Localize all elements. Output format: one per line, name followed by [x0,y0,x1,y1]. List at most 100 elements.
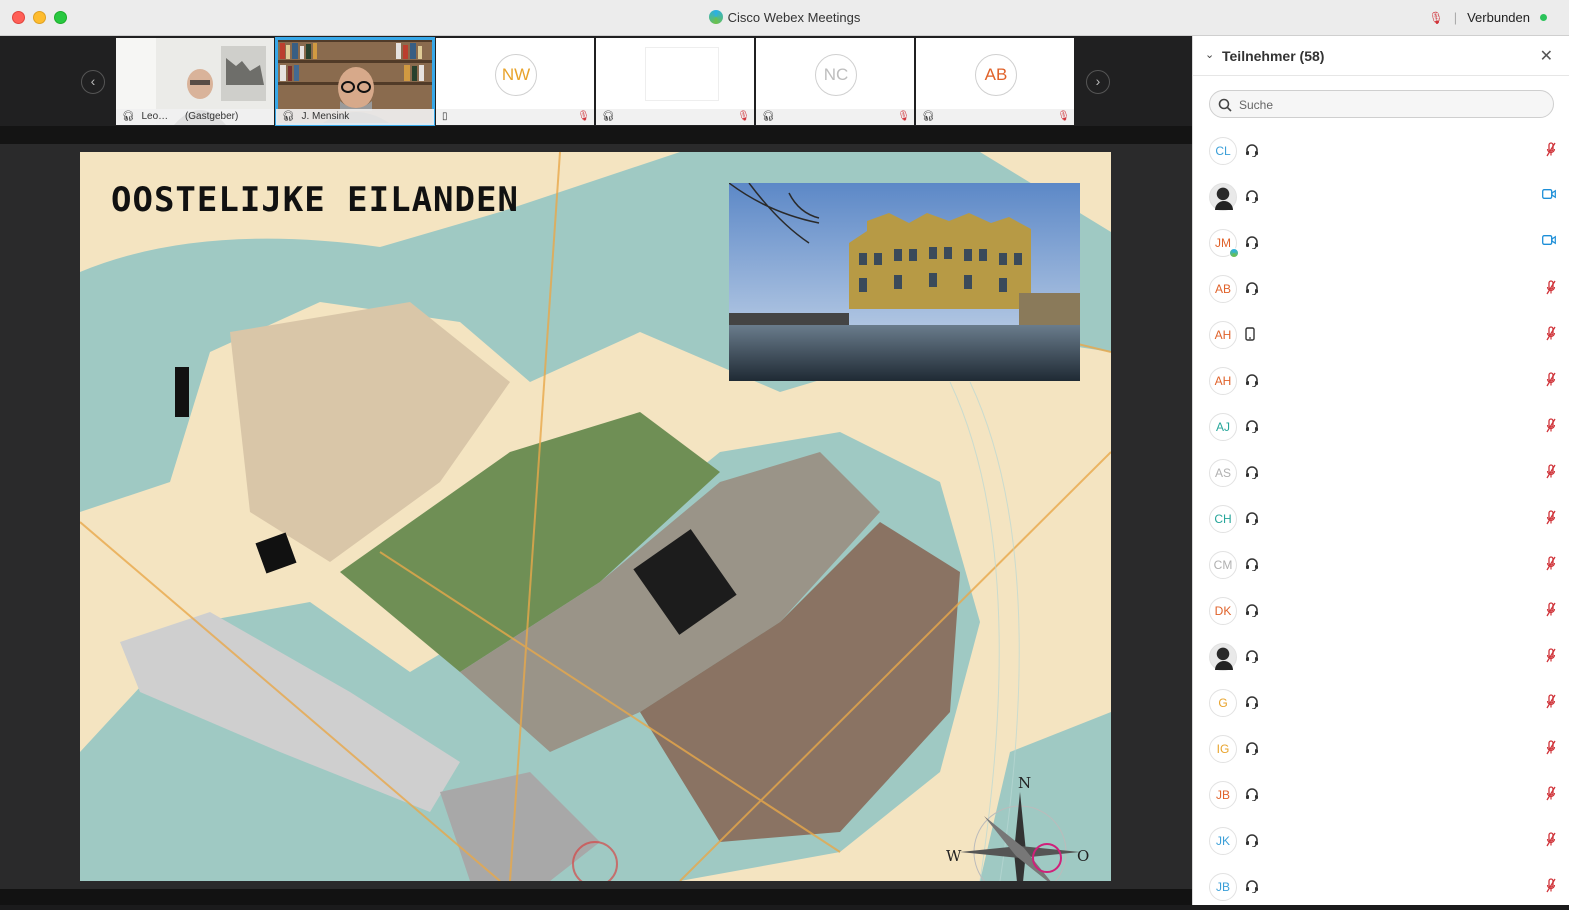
headset-icon [1245,143,1259,162]
slide-photo [729,183,1080,381]
mic-muted-icon: 🎙︎ [897,111,910,122]
mic-muted-icon[interactable] [1546,832,1556,850]
mic-muted-icon[interactable] [1546,648,1556,666]
participant-avatar: AB [1209,275,1237,303]
mic-muted-icon[interactable] [1546,740,1556,758]
participant-row[interactable]: CH [1193,496,1569,542]
video-tile-j-mensink[interactable]: 🎧︎ J. Mensink [275,37,435,126]
search-icon [1218,98,1232,112]
tile-name-bar: 🎧︎ 🎙︎ [916,109,1074,125]
headset-icon [1245,281,1259,300]
video-tile-nc[interactable]: NC 🎧︎ 🎙︎ [756,38,914,125]
video-tile-nw[interactable]: NW ▯ 🎙︎ [436,38,594,125]
mic-muted-icon[interactable] [1546,326,1556,344]
mic-muted-icon[interactable] [1546,878,1556,896]
participants-panel: ⌄ Teilnehmer (58) ✕ CL JM AB AH AH AJ AS CH CM DK… [1192,36,1569,905]
search-input[interactable] [1239,95,1539,114]
participant-avatar: JB [1209,873,1237,901]
close-panel-button[interactable]: ✕ [1540,46,1553,66]
participant-avatar: AS [1209,459,1237,487]
tile-placeholder [646,48,718,100]
mic-muted-icon[interactable] [1546,280,1556,298]
participant-avatar: CM [1209,551,1237,579]
headset-icon: 🎧︎ [122,111,135,122]
participant-avatar: AJ [1209,413,1237,441]
mic-muted-icon[interactable] [1546,602,1556,620]
video-camera-icon[interactable] [1542,188,1556,202]
headset-icon: 🎧︎ [922,111,935,122]
video-camera-icon[interactable] [1542,234,1556,248]
mic-muted-icon[interactable] [1546,786,1556,804]
participant-row[interactable]: JB [1193,864,1569,910]
connection-status: 🎙︎ | Verbunden [1428,10,1547,25]
participant-row[interactable]: AH [1193,312,1569,358]
participant-row[interactable]: CM [1193,542,1569,588]
webex-app-badge-icon [1229,248,1239,258]
headset-icon: 🎧︎ [602,111,615,122]
participant-row[interactable]: JB [1193,772,1569,818]
compass-north-label: N [1018,774,1032,792]
video-tile-blank[interactable]: 🎧︎ 🎙︎ [596,38,754,125]
mic-muted-icon[interactable] [1546,142,1556,160]
mic-muted-icon[interactable] [1546,510,1556,528]
mic-muted-icon[interactable] [1546,464,1556,482]
tile-name-bar: 🎧︎ J. Mensink [276,109,434,125]
stage-bottom-bar [0,889,1192,905]
mic-muted-icon[interactable] [1546,372,1556,390]
mic-muted-icon[interactable] [1546,418,1556,436]
participant-avatar: JK [1209,827,1237,855]
participant-avatar [1209,643,1237,671]
tile-role: (Gastgeber) [184,111,239,122]
participant-row[interactable]: AB [1193,266,1569,312]
participant-avatar [1209,183,1237,211]
participant-row[interactable]: JK [1193,818,1569,864]
participant-row[interactable]: G [1193,680,1569,726]
participant-row[interactable]: DK [1193,588,1569,634]
participant-avatar: JM [1209,229,1239,258]
participant-row[interactable]: IG [1193,726,1569,772]
collapse-chevron-icon[interactable]: ⌄ [1205,48,1214,61]
headset-icon [1245,603,1259,622]
headset-icon [1245,235,1259,254]
participant-avatar: IG [1209,735,1237,763]
mic-muted-icon[interactable] [1546,694,1556,712]
shared-slide: OOSTELIJKE EILANDEN N W O [80,152,1111,881]
headset-icon [1245,833,1259,852]
participant-row[interactable]: CL [1193,128,1569,174]
phone-icon [1245,327,1255,346]
compass-west-label: W [946,847,962,865]
filmstrip-prev-button[interactable]: ‹ [81,70,105,94]
tile-initials: NC [815,54,857,96]
connection-status-label: Verbunden [1467,10,1530,25]
filmstrip-next-button[interactable]: › [1086,70,1110,94]
participant-row[interactable]: AS [1193,450,1569,496]
window-title: Cisco Webex Meetings [0,10,1569,25]
stage-top-bar [0,126,1192,144]
compass-east-label: O [1077,847,1090,865]
tile-initials: AB [975,54,1017,96]
participant-avatar: JB [1209,781,1237,809]
participant-row[interactable]: AH [1193,358,1569,404]
headset-icon [1245,511,1259,530]
video-tile-ab[interactable]: AB 🎧︎ 🎙︎ [916,38,1074,125]
tile-name-bar: 🎧︎ 🎙︎ [756,109,914,125]
participant-row[interactable] [1193,634,1569,680]
participant-avatar: DK [1209,597,1237,625]
tile-name-bar: ▯ 🎙︎ [436,109,594,125]
participant-row[interactable]: AJ [1193,404,1569,450]
headset-icon [1245,189,1259,208]
mic-muted-icon[interactable] [1546,556,1556,574]
mic-muted-icon: 🎙︎ [577,111,590,122]
headset-icon [1245,373,1259,392]
headset-icon: 🎧︎ [762,111,775,122]
headset-icon [1245,557,1259,576]
participant-avatar: AH [1209,321,1237,349]
participants-title: Teilnehmer (58) [1222,48,1325,64]
participant-row[interactable]: JM [1193,220,1569,266]
phone-icon: ▯ [442,111,448,122]
waterfront-photo-image [729,183,1080,381]
participant-row[interactable] [1193,174,1569,220]
video-tile-host[interactable]: 🎧︎ Leo… (Gastgeber) [116,38,274,125]
connected-indicator-icon [1540,14,1547,21]
mic-muted-icon[interactable]: 🎙︎ [1428,11,1443,25]
